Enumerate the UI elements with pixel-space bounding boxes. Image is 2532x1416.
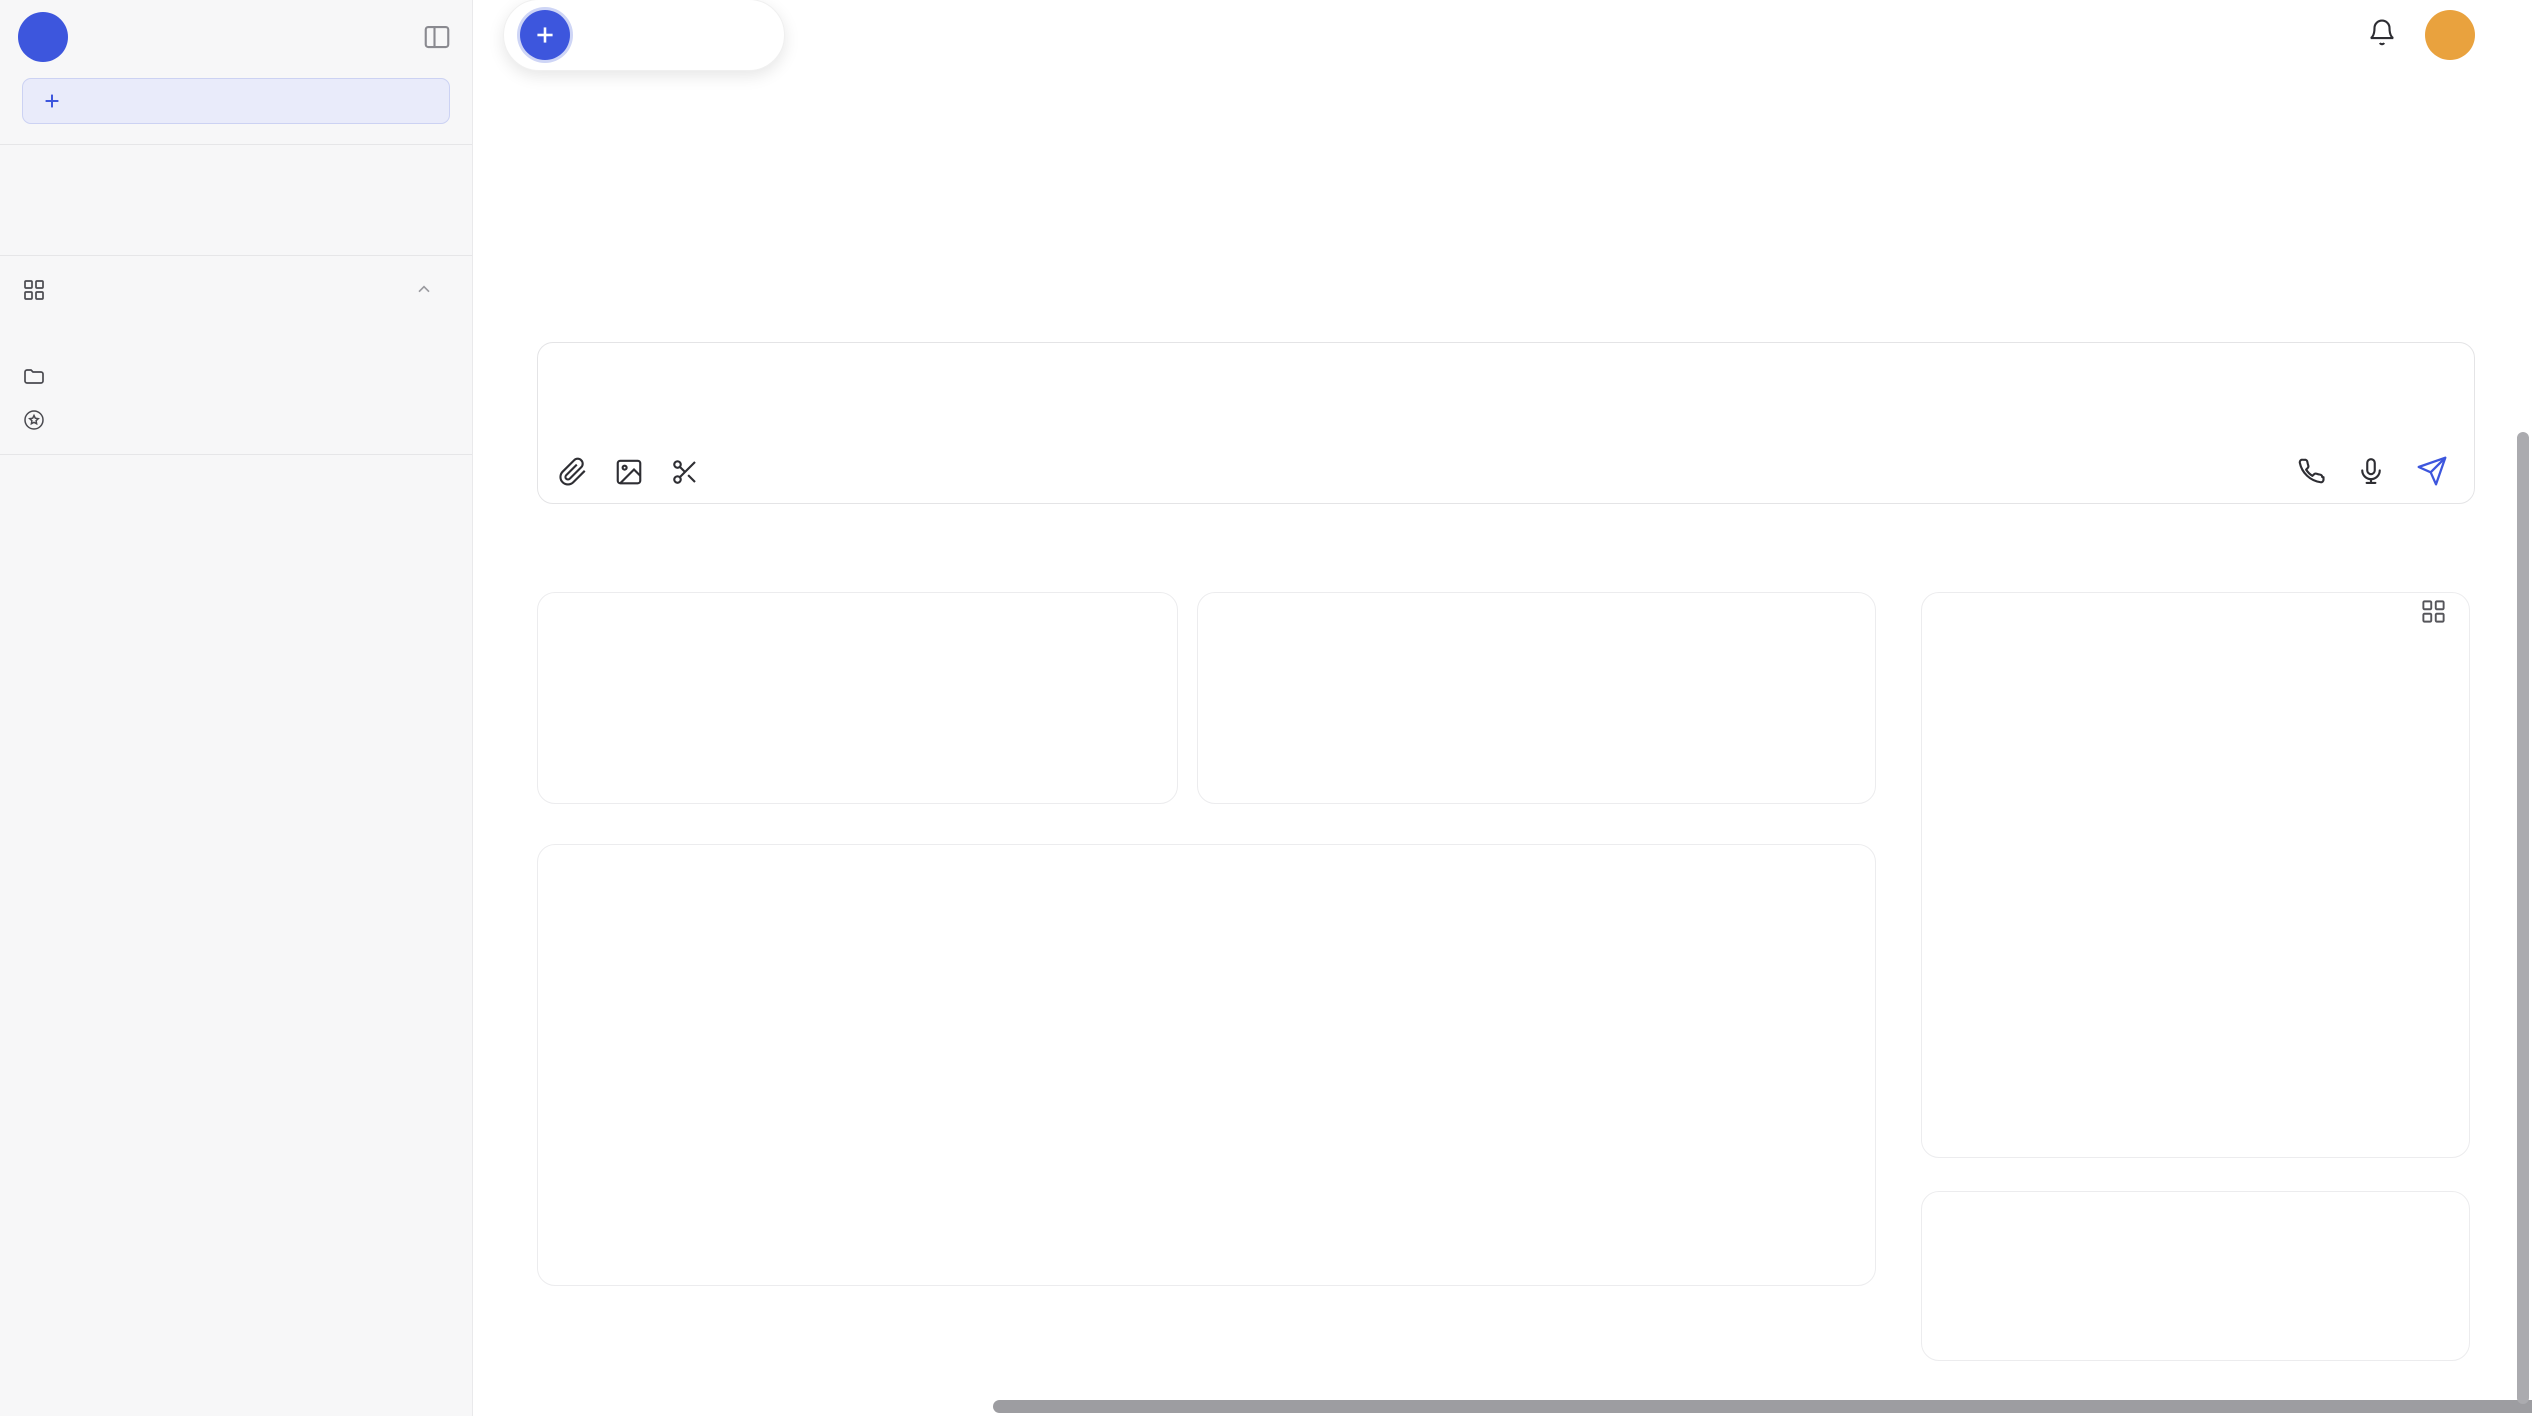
recent-view-all[interactable] — [0, 201, 472, 243]
collapse-sidebar-icon[interactable] — [422, 22, 452, 52]
phone-call-icon[interactable] — [2296, 456, 2326, 486]
horizontal-scrollbar[interactable] — [993, 1400, 2532, 1413]
agent-avatar-1[interactable] — [586, 10, 636, 60]
divider — [0, 144, 472, 145]
divider — [0, 454, 472, 455]
plus-icon — [41, 90, 63, 112]
sidebar — [0, 0, 473, 1416]
project-dashboard-card — [537, 844, 1876, 1286]
plus-icon — [532, 22, 558, 48]
schedule-card — [1921, 592, 2470, 1158]
apps-view-all[interactable] — [0, 312, 472, 354]
sidebar-item-cloud[interactable] — [0, 354, 472, 398]
agent-avatar-3[interactable] — [718, 10, 768, 60]
sidebar-item-favorites[interactable] — [0, 398, 472, 442]
notifications-bell-icon[interactable] — [2367, 18, 2397, 53]
assistant-avatar — [537, 198, 649, 310]
image-upload-icon[interactable] — [614, 457, 644, 487]
my-review-card — [1197, 592, 1876, 804]
assistant-hero — [537, 198, 2475, 310]
app-window — [0, 0, 2532, 1416]
user-avatar[interactable] — [2425, 10, 2475, 60]
send-icon[interactable] — [2416, 455, 2448, 487]
sidebar-item-my-apps[interactable] — [0, 268, 472, 312]
main-area — [473, 0, 2532, 1416]
task-progress-card — [537, 592, 1178, 804]
news-image — [1946, 1214, 2088, 1312]
chevron-up-icon — [414, 280, 434, 300]
microphone-icon[interactable] — [2356, 456, 2386, 486]
scissors-icon[interactable] — [670, 457, 700, 487]
vertical-scrollbar[interactable] — [2517, 432, 2529, 1404]
add-agent-button[interactable] — [520, 10, 570, 60]
news-card[interactable] — [1921, 1191, 2470, 1361]
agent-avatar-2[interactable] — [652, 10, 702, 60]
layout-grid-icon[interactable] — [2420, 598, 2447, 630]
taskgo-logo — [18, 12, 68, 62]
grid-icon — [22, 278, 46, 302]
new-chat-button[interactable] — [22, 78, 450, 124]
chat-input-box[interactable] — [537, 342, 2475, 504]
folder-icon — [22, 364, 46, 388]
agent-switcher — [503, 0, 785, 71]
attachment-icon[interactable] — [558, 457, 588, 487]
topbar — [537, 0, 2475, 70]
sidebar-header — [0, 0, 472, 70]
recent-chats-header — [0, 157, 472, 201]
divider — [0, 255, 472, 256]
star-badge-icon — [22, 408, 46, 432]
